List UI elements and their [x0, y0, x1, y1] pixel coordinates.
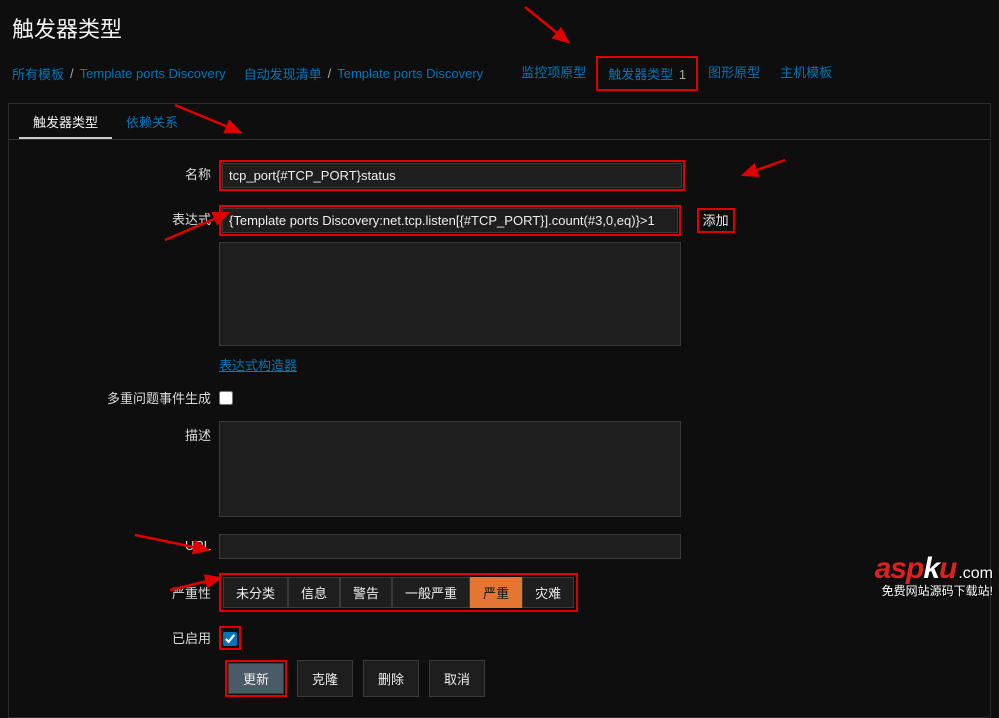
subtabs: 触发器类型 依赖关系: [9, 104, 990, 140]
breadcrumb-template-1[interactable]: Template ports Discovery: [80, 66, 226, 81]
severity-info[interactable]: 信息: [288, 577, 340, 608]
description-textarea[interactable]: [219, 421, 681, 517]
severity-average[interactable]: 一般严重: [392, 577, 470, 608]
breadcrumb-template-2[interactable]: Template ports Discovery: [337, 66, 483, 81]
tab-graph-prototype[interactable]: 图形原型: [698, 56, 770, 91]
update-button[interactable]: 更新: [228, 663, 284, 694]
severity-group: 未分类 信息 警告 一般严重 严重 灾难: [219, 573, 578, 612]
breadcrumb-all-templates[interactable]: 所有模板: [12, 64, 64, 83]
tab-trigger-prototype[interactable]: 触发器类型 1: [596, 56, 698, 91]
watermark-sub: 免费网站源码下载站!: [875, 582, 993, 599]
tab-nav: 监控项原型 触发器类型 1 图形原型 主机模板: [511, 56, 842, 91]
form: 名称 表达式 添加 表达式构造器 多重问题事件生成: [9, 140, 990, 697]
expression-input[interactable]: [222, 208, 678, 233]
watermark-u: u: [939, 552, 956, 585]
watermark-asp: asp: [875, 552, 924, 585]
tab-monitor-prototype[interactable]: 监控项原型: [511, 56, 596, 91]
watermark-k: k: [923, 552, 939, 585]
breadcrumb-sep: /: [328, 66, 332, 81]
enabled-checkbox[interactable]: [223, 632, 237, 646]
url-input[interactable]: [219, 534, 681, 559]
severity-warning[interactable]: 警告: [340, 577, 392, 608]
main-panel: 触发器类型 依赖关系 名称 表达式 添加 表达式构造器 多重问题事件: [8, 103, 991, 718]
breadcrumb-sep: /: [70, 66, 74, 81]
multi-problem-checkbox[interactable]: [219, 391, 233, 405]
enabled-label: 已启用: [9, 628, 219, 647]
add-link[interactable]: 添加: [697, 208, 735, 233]
subtab-trigger-type[interactable]: 触发器类型: [19, 104, 112, 139]
subtab-dependency[interactable]: 依赖关系: [112, 104, 192, 139]
expression-textarea[interactable]: [219, 242, 681, 346]
severity-high[interactable]: 严重: [470, 577, 522, 608]
multi-problem-label: 多重问题事件生成: [9, 388, 219, 407]
cancel-button[interactable]: 取消: [429, 660, 485, 697]
breadcrumb-autodiscovery-list[interactable]: 自动发现清单: [244, 64, 322, 83]
description-label: 描述: [9, 421, 219, 444]
watermark-domain: .com: [958, 565, 993, 582]
name-input[interactable]: [222, 163, 682, 188]
expression-builder-link[interactable]: 表达式构造器: [219, 355, 297, 374]
severity-unclassified[interactable]: 未分类: [223, 577, 288, 608]
name-label: 名称: [9, 160, 219, 183]
url-label: URL: [9, 534, 219, 553]
expression-label: 表达式: [9, 205, 219, 228]
delete-button[interactable]: 删除: [363, 660, 419, 697]
breadcrumb: 所有模板 / Template ports Discovery 自动发现清单 /…: [0, 52, 999, 103]
tab-trigger-prototype-count: 1: [679, 67, 686, 82]
severity-disaster[interactable]: 灾难: [522, 577, 574, 608]
watermark: aspku.com 免费网站源码下载站!: [875, 552, 993, 599]
button-row: 更新 克隆 删除 取消: [225, 660, 990, 697]
clone-button[interactable]: 克隆: [297, 660, 353, 697]
severity-label: 严重性: [9, 583, 219, 602]
tab-trigger-prototype-label: 触发器类型: [608, 67, 673, 82]
tab-host-template[interactable]: 主机模板: [770, 56, 842, 91]
page-title: 触发器类型: [0, 0, 999, 52]
